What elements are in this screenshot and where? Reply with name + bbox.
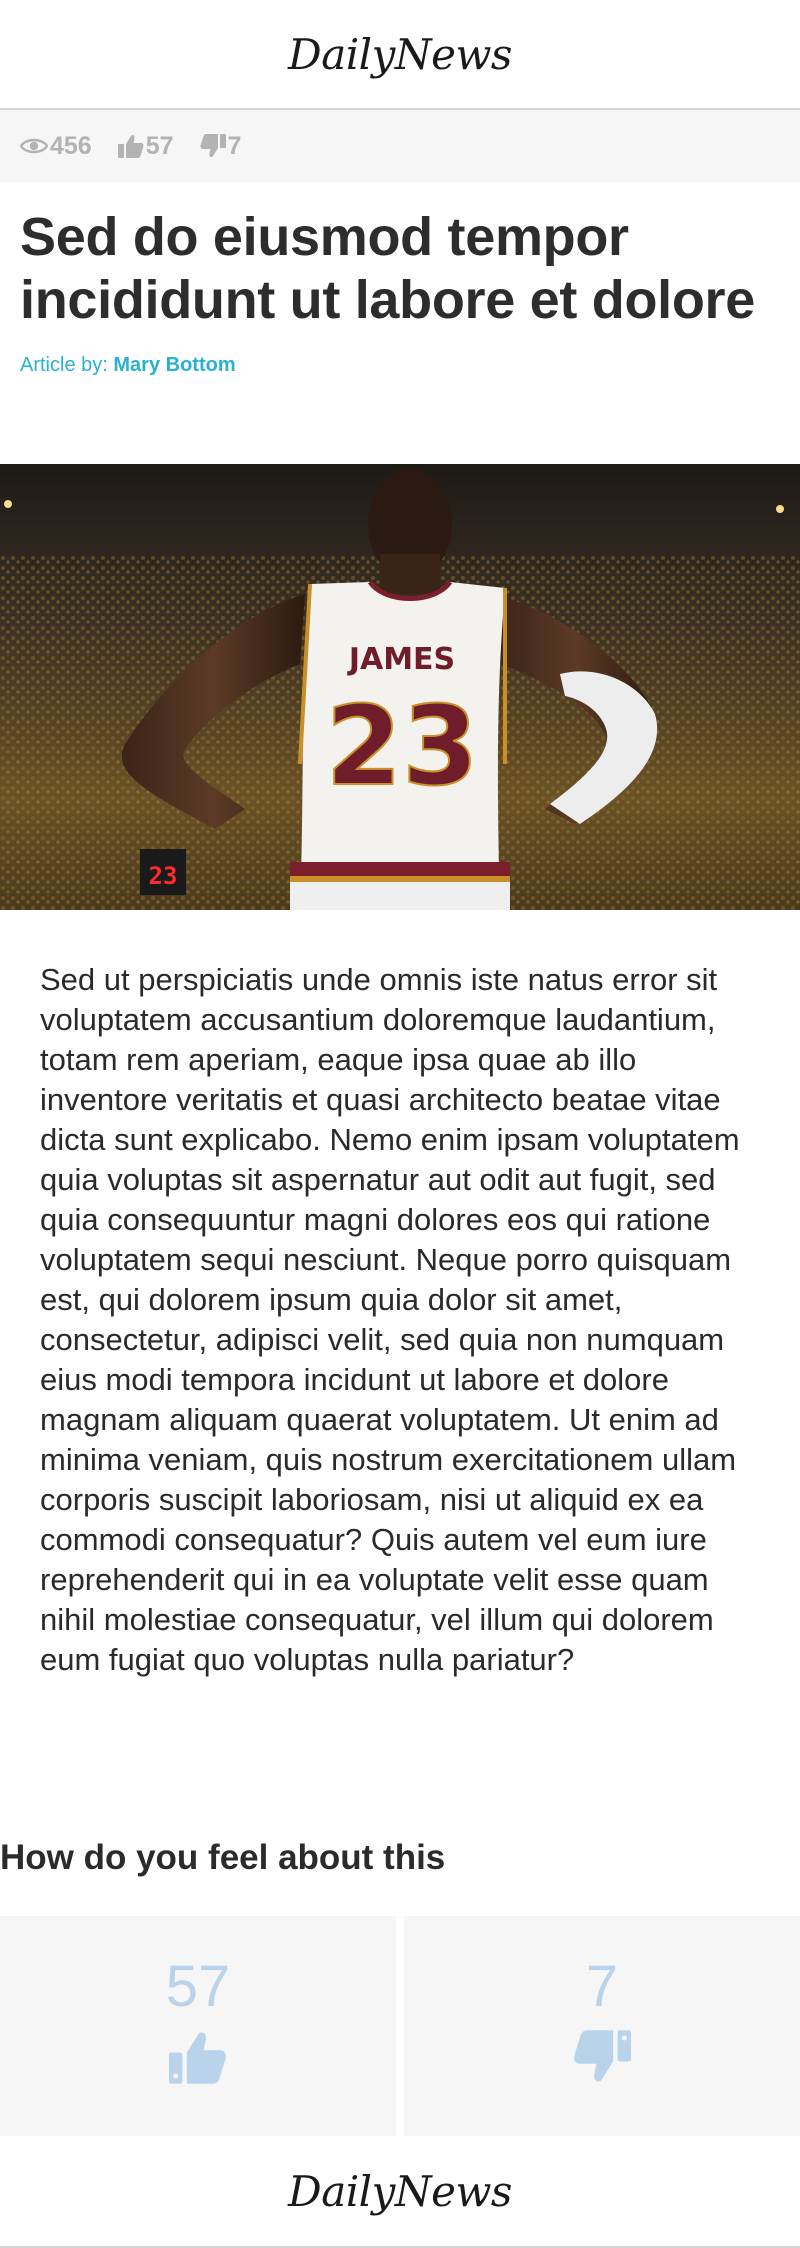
thumbs-down-icon [574,2030,631,2082]
likes-stat[interactable]: 57 [117,131,174,161]
site-logo[interactable]: DailyNews [288,30,512,79]
author-link[interactable]: Mary Bottom [113,354,235,376]
dislikes-count: 7 [227,131,242,160]
likes-count: 57 [145,131,174,160]
jersey-name: JAMES [347,642,455,677]
feedback-heading: How do you feel about this [0,1838,446,1877]
views-count: 456 [50,131,92,160]
hero-illustration: 23 JAMES 23 [0,464,800,910]
site-footer: DailyNews [0,2136,800,2248]
thumbs-up-icon [117,134,144,158]
thumbs-up-icon [169,2032,226,2084]
article-title: Sed do eiusmod tempor incididunt ut labo… [20,207,756,330]
like-vote-button[interactable]: 57 [0,1916,396,2136]
site-header: DailyNews [0,0,800,110]
views-stat: 456 [20,132,92,161]
article-hero-image: 23 JAMES 23 [0,464,800,910]
like-vote-count: 57 [165,1954,231,2019]
article-header: Sed do eiusmod tempor incididunt ut labo… [0,182,800,377]
vote-panel: 57 7 [0,1916,800,2136]
thumbs-down-icon [200,134,226,158]
dislikes-stat[interactable]: 7 [200,131,242,161]
article-body: Sed ut perspiciatis unde omnis iste natu… [40,962,740,1677]
shot-clock-digits: 23 [149,862,178,890]
eye-icon [20,138,48,154]
jersey-number: 23 [325,682,478,810]
dislike-vote-count: 7 [585,1954,619,2019]
article-byline: Article by: Mary Bottom [20,354,780,377]
byline-prefix: Article by: [20,354,108,376]
dislike-vote-button[interactable]: 7 [404,1916,800,2136]
article-stats-bar: 456 57 7 [0,110,800,182]
footer-logo[interactable]: DailyNews [288,2167,512,2216]
